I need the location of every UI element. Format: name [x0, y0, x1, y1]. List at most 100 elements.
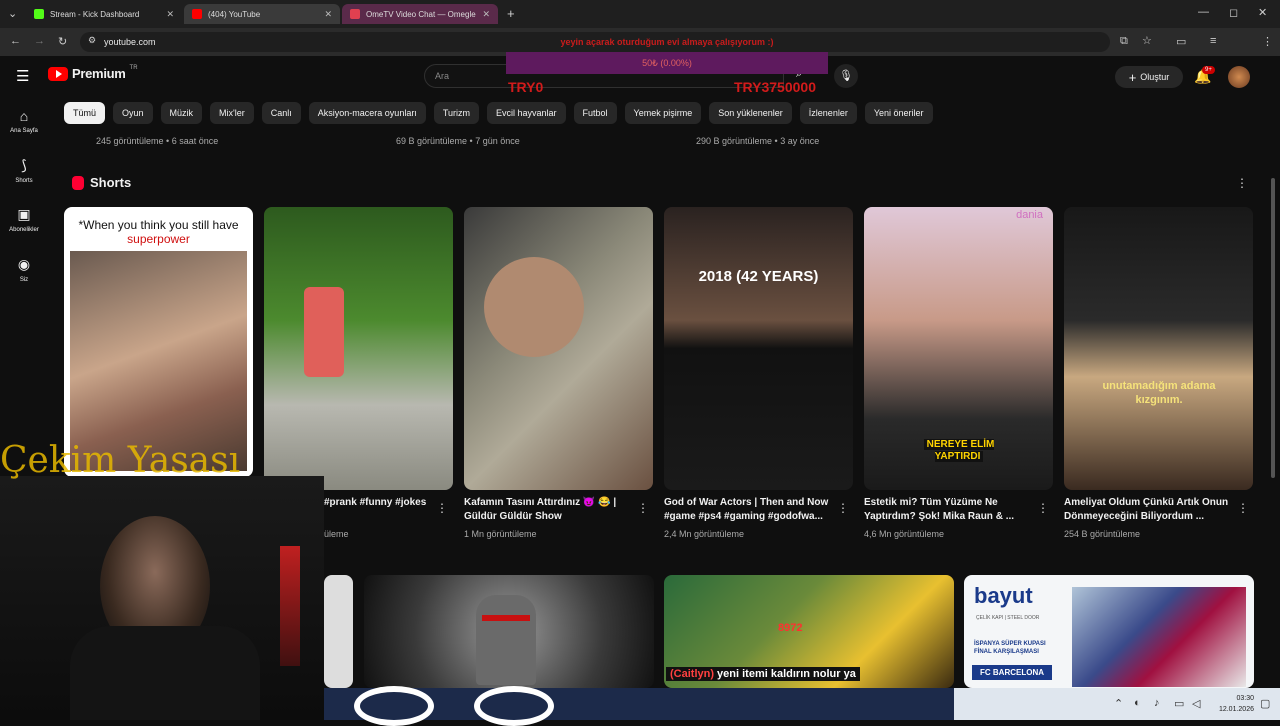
site-info-icon[interactable]: ⚙ [88, 35, 96, 46]
chip-new-to-you[interactable]: Yeni öneriler [864, 102, 933, 124]
short-title[interactable]: Kafamın Tasını Attırdınız 😈 😂 | Güldür G… [464, 496, 634, 524]
shorts-more-icon[interactable]: ⋮ [1236, 176, 1248, 190]
sidebar-item-you[interactable]: ◉ Siz [0, 256, 48, 283]
chip-watched[interactable]: İzlenenler [799, 102, 857, 124]
create-label: Oluştur [1140, 72, 1170, 82]
forward-icon[interactable]: → [34, 35, 45, 47]
tray-chevron-icon[interactable]: ⌃ [1114, 697, 1123, 710]
network-icon[interactable]: ▭ [1174, 697, 1184, 710]
shorts-logo-icon [72, 175, 84, 190]
cast-icon[interactable]: ▭ [1176, 35, 1186, 48]
short-thumbnail[interactable] [264, 207, 453, 490]
ometv-favicon-icon [350, 9, 360, 19]
video-thumbnail[interactable] [364, 575, 654, 688]
tab-ometv[interactable]: OmeTV Video Chat — Omegle ✕ [342, 4, 498, 24]
video-thumbnail[interactable] [324, 575, 353, 688]
short-title[interactable]: God of War Actors | Then and Now #game #… [664, 496, 834, 524]
short-title[interactable]: Estetik mi? Tüm Yüzüme Ne Yaptırdım? Şok… [864, 496, 1034, 524]
video-thumbnail[interactable]: bayut ÇELİK KAPI | STEEL DOOR İSPANYA SÜ… [964, 575, 1254, 688]
sidebar-item-subscriptions[interactable]: ▣ Abonelikler [0, 206, 48, 233]
user-icon: ◉ [17, 256, 31, 272]
youtube-logo[interactable]: Premium TR [48, 65, 138, 81]
sidebar-item-label: Abonelikler [9, 227, 39, 233]
short-thumbnail[interactable]: unutamadığım adama kızgınım. [1064, 207, 1253, 490]
minimize-icon[interactable]: — [1198, 6, 1209, 18]
donation-start-amount: TRY0 [508, 79, 544, 95]
streamer-body [70, 626, 260, 720]
short-image [484, 257, 584, 357]
short-more-icon[interactable]: ⋮ [837, 501, 849, 515]
chip-gaming[interactable]: Oyun [113, 102, 153, 124]
page-scrollbar[interactable] [1271, 178, 1275, 478]
filter-chips: Tümü Oyun Müzik Mix'ler Canlı Aksiyon-ma… [64, 102, 933, 124]
headband-shape [482, 615, 530, 621]
tab-search-icon[interactable]: ⌄ [8, 7, 17, 20]
install-icon[interactable]: ⧉ [1120, 35, 1128, 48]
reload-icon[interactable]: ↻ [58, 35, 67, 48]
short-more-icon[interactable]: ⋮ [637, 501, 649, 515]
short-image [70, 251, 247, 471]
tab-youtube[interactable]: (404) YouTube ✕ [184, 4, 340, 24]
donation-marquee: yeyin açarak oturduğum evi almaya çalışı… [560, 37, 774, 47]
youtube-favicon-icon [192, 9, 202, 19]
bookmark-star-icon[interactable]: ☆ [1142, 34, 1152, 47]
video-meta: 245 görüntüleme • 6 saat önce [96, 136, 219, 146]
tab-kick[interactable]: Stream - Kick Dashboard ✕ [26, 4, 182, 24]
match-photo [1072, 587, 1246, 687]
browser-menu-icon[interactable]: ⋮ [1262, 35, 1273, 48]
short-thumbnail[interactable]: dania NEREYE ELİM YAPTIRDI [864, 207, 1053, 490]
new-tab-button[interactable]: + [507, 6, 515, 21]
chip-tourism[interactable]: Turizm [433, 102, 479, 124]
short-thumbnail[interactable] [464, 207, 653, 490]
chip-cooking[interactable]: Yemek pişirme [624, 102, 702, 124]
video-thumbnail[interactable]: 8972 (Caitlyn) yeni itemi kaldırın nolur… [664, 575, 954, 688]
short-more-icon[interactable]: ⋮ [1037, 501, 1049, 515]
microphone-icon[interactable]: ♪ [1154, 697, 1160, 709]
short-views: 2,4 Mn görüntüleme [664, 529, 745, 539]
chip-mixes[interactable]: Mix'ler [210, 102, 254, 124]
promo-line-1: İSPANYA SÜPER KUPASI [974, 641, 1046, 647]
tab-close-icon[interactable]: ✕ [324, 9, 332, 20]
tab-close-icon[interactable]: ✕ [482, 9, 490, 20]
tray-app-icon[interactable]: ◐ [1134, 697, 1141, 709]
short-more-icon[interactable]: ⋮ [1237, 501, 1249, 515]
account-avatar[interactable] [1228, 66, 1250, 88]
hamburger-menu-icon[interactable]: ☰ [16, 67, 29, 85]
short-title[interactable]: Ameliyat Oldum Çünkü Artık Onun Dönmeyec… [1064, 496, 1234, 524]
chip-music[interactable]: Müzik [160, 102, 203, 124]
taskbar-clock[interactable]: 03:30 12.01.2026 [1208, 693, 1254, 715]
reading-list-icon[interactable]: ≡ [1210, 35, 1216, 47]
volume-icon[interactable]: ◁ [1192, 697, 1200, 710]
short-overlay-caption: NEREYE ELİM YAPTIRDI [904, 439, 1014, 463]
clock-date: 12.01.2026 [1218, 706, 1254, 713]
create-button[interactable]: + Oluştur [1115, 66, 1183, 88]
home-icon: ⌂ [19, 108, 29, 124]
short-thumbnail[interactable]: 2018 (42 YEARS) [664, 207, 853, 490]
kick-favicon-icon [34, 9, 44, 19]
caption-highlight: superpower [127, 232, 190, 246]
notification-center-icon[interactable]: ▢ [1260, 697, 1270, 710]
sidebar-item-shorts[interactable]: ⟆ Shorts [0, 157, 48, 184]
chip-live[interactable]: Canlı [261, 102, 301, 124]
maximize-icon[interactable]: ◻ [1229, 6, 1238, 19]
sponsor-logo: bayut [974, 583, 1033, 608]
short-views: üleme [324, 529, 349, 539]
short-image [304, 287, 344, 377]
shorts-icon: ⟆ [21, 157, 27, 173]
short-more-icon[interactable]: ⋮ [436, 501, 448, 515]
notification-badge: 9+ [1202, 66, 1215, 74]
chip-action-adventure[interactable]: Aksiyon-macera oyunları [308, 102, 426, 124]
tab-title: (404) YouTube [208, 9, 261, 19]
short-views: 1 Mn görüntüleme [464, 529, 537, 539]
back-icon[interactable]: ← [10, 35, 21, 47]
close-window-icon[interactable]: ✕ [1258, 6, 1267, 19]
short-thumbnail[interactable]: *When you think you still have superpowe… [64, 207, 253, 477]
voice-search-icon[interactable]: 🎙 [834, 64, 858, 88]
stream-overlay-title: Çekim Yasası [0, 440, 241, 481]
chip-football[interactable]: Futbol [573, 102, 617, 124]
chip-pets[interactable]: Evcil hayvanlar [487, 102, 566, 124]
sidebar-item-home[interactable]: ⌂ Ana Sayfa [0, 108, 48, 134]
chip-all[interactable]: Tümü [64, 102, 106, 124]
tab-close-icon[interactable]: ✕ [166, 9, 174, 20]
chip-recently-uploaded[interactable]: Son yüklenenler [709, 102, 792, 124]
